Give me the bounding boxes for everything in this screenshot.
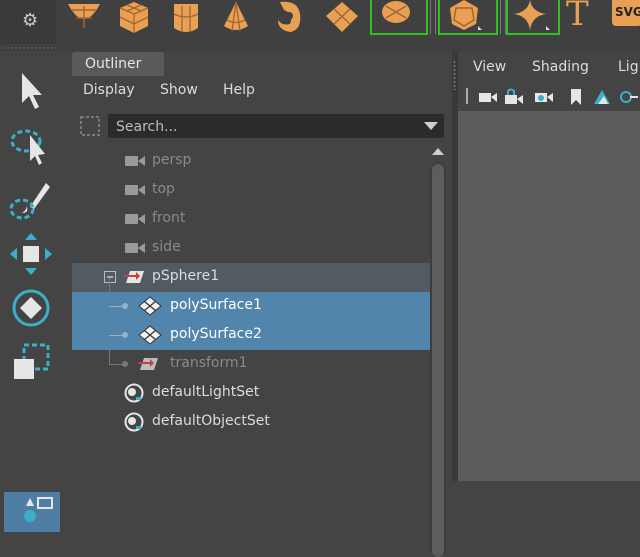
last-tool-button[interactable] (4, 492, 60, 532)
transform-icon (124, 271, 144, 283)
camera-icon (125, 214, 145, 224)
circle-frame-icon[interactable] (376, 0, 416, 36)
tree-node-dot (122, 332, 128, 338)
scroll-up-arrow[interactable] (432, 148, 444, 155)
plane-icon[interactable] (322, 0, 362, 36)
image-plane-icon[interactable] (592, 88, 612, 106)
camera-icon (125, 243, 145, 253)
tree-connector (109, 350, 110, 364)
rotate-tool-button[interactable] (8, 285, 54, 331)
toolbar-grip (466, 88, 468, 104)
lasso-tool-button[interactable] (8, 123, 54, 169)
search-input[interactable] (108, 114, 418, 140)
shelf-settings-button[interactable]: ⚙ (0, 0, 56, 44)
toolbox (0, 51, 62, 532)
set-icon (124, 383, 144, 403)
move-icon (10, 233, 52, 275)
viewport-toolbar (458, 81, 640, 111)
tree-item-label: defaultLightSet (152, 384, 260, 400)
menu-help[interactable]: Help (223, 82, 255, 98)
splitter-grip (453, 60, 456, 90)
select-tool-button[interactable] (8, 67, 54, 113)
tree-item-polysurface1[interactable]: polySurface1 (72, 292, 430, 321)
tree-item-persp[interactable]: persp (72, 147, 430, 176)
search-filter-button[interactable] (78, 114, 102, 138)
lock-camera-icon[interactable] (504, 88, 524, 106)
tree-item-label: pSphere1 (152, 268, 220, 284)
transform-icon (138, 358, 158, 370)
tree-item-label: polySurface1 (170, 297, 262, 313)
tree-item-defaultobjectset[interactable]: defaultObjectSet (72, 408, 430, 437)
tree-item-label: top (152, 181, 175, 197)
tree-item-label: transform1 (170, 355, 248, 371)
tab-outliner-label: Outliner (85, 56, 142, 72)
viewport-canvas[interactable] (458, 111, 640, 481)
tree-item-label: polySurface2 (170, 326, 262, 342)
shelf-bar: ⚙ T SVG (0, 0, 640, 44)
camera-attributes-icon[interactable] (534, 88, 554, 106)
scrollbar-thumb[interactable] (432, 164, 444, 557)
torus-icon[interactable] (270, 0, 310, 36)
menu-lighting[interactable]: Lig (618, 59, 639, 75)
tree-item-side[interactable]: side (72, 234, 430, 263)
search-field[interactable] (108, 114, 444, 140)
outliner-menu-bar: Display Show Help (72, 76, 452, 106)
set-icon (124, 412, 144, 432)
shelf-separator (430, 0, 436, 34)
tree-item-psphere1[interactable]: pSphere1 (72, 263, 430, 292)
mesh-icon (138, 296, 162, 316)
star-icon[interactable] (510, 0, 550, 36)
filter-select-icon (80, 116, 100, 136)
paint-select-tool-button[interactable] (8, 177, 54, 223)
tree-item-label: defaultObjectSet (152, 413, 270, 429)
menu-show[interactable]: Show (160, 82, 198, 98)
cone-icon[interactable] (216, 0, 256, 36)
tree-item-defaultlightset[interactable]: defaultLightSet (72, 379, 430, 408)
scale-tool-button[interactable] (8, 339, 54, 385)
grease-pencil-icon[interactable] (618, 88, 638, 106)
manipulator-icon (24, 497, 53, 522)
tree-item-label: front (152, 210, 186, 226)
move-tool-button[interactable] (8, 231, 54, 277)
camera-icon (125, 185, 145, 195)
polyhedron-icon[interactable] (444, 0, 484, 36)
tree-item-top[interactable]: top (72, 176, 430, 205)
tree-item-label: side (152, 239, 181, 255)
paint-brush-icon (9, 183, 50, 220)
tree-node-dot (122, 303, 128, 309)
tree-node-dot (122, 361, 128, 367)
outliner-panel: Display Show Help persp top front side (72, 76, 452, 557)
tree-item-label: persp (152, 152, 192, 168)
lasso-icon (10, 129, 45, 165)
mesh-icon (138, 325, 162, 345)
rotate-icon (12, 289, 50, 327)
tree-item-polysurface2[interactable]: polySurface2 (72, 321, 430, 350)
text-icon[interactable]: T (566, 0, 589, 34)
bookmark-icon[interactable] (566, 88, 586, 106)
menu-shading[interactable]: Shading (532, 59, 589, 75)
viewport-menu-bar: View Shading Lig (458, 51, 640, 81)
gear-icon: ⚙ (22, 10, 39, 31)
camera-icon (125, 156, 145, 166)
shelf-divider (0, 44, 640, 51)
collapse-icon[interactable] (104, 271, 116, 283)
tab-outliner[interactable]: Outliner (72, 52, 164, 76)
arrow-icon (22, 73, 42, 109)
menu-display[interactable]: Display (83, 82, 135, 98)
menu-view[interactable]: View (473, 59, 506, 75)
scale-icon (14, 343, 50, 379)
cube-icon[interactable] (114, 0, 154, 36)
tree-item-transform1[interactable]: transform1 (72, 350, 430, 379)
camera-icon[interactable] (478, 88, 498, 106)
svg-icon[interactable]: SVG (612, 0, 640, 26)
cylinder-icon[interactable] (166, 0, 206, 36)
chevron-down-icon[interactable] (424, 122, 438, 130)
tree-item-front[interactable]: front (72, 205, 430, 234)
sphere-icon[interactable] (64, 0, 104, 36)
outliner-tree: persp top front side pSphere1 polySurfac… (72, 144, 430, 481)
